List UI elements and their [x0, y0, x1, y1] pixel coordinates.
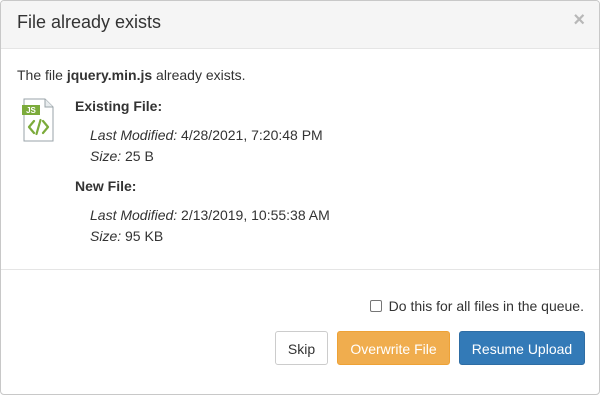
existing-modified: Last Modified: 4/28/2021, 7:20:48 PM	[90, 127, 323, 143]
new-size-label: Size:	[90, 228, 122, 244]
apply-all-checkbox[interactable]	[369, 300, 382, 312]
close-icon[interactable]: ×	[573, 10, 585, 30]
apply-all-label[interactable]: Do this for all files in the queue.	[389, 298, 584, 314]
new-modified-value: 2/13/2019, 10:55:38 AM	[177, 207, 330, 223]
dialog-header: File already exists ×	[1, 1, 599, 49]
footer-divider	[1, 269, 599, 270]
new-modified-label: Last Modified:	[90, 207, 178, 223]
intro-prefix: The file	[17, 67, 67, 83]
js-tag-label: JS	[26, 106, 36, 115]
resume-upload-button[interactable]: Resume Upload	[459, 331, 585, 365]
skip-button[interactable]: Skip	[275, 331, 328, 365]
overwrite-file-button[interactable]: Overwrite File	[337, 331, 450, 365]
new-file-heading: New File:	[75, 178, 137, 194]
existing-size: Size: 25 B	[90, 148, 154, 164]
new-size: Size: 95 KB	[90, 228, 163, 244]
existing-modified-value: 4/28/2021, 7:20:48 PM	[177, 127, 323, 143]
js-file-icon: JS	[22, 98, 54, 142]
existing-file-heading: Existing File:	[75, 98, 163, 114]
existing-size-value: 25 B	[121, 148, 154, 164]
file-exists-dialog: File already exists × The file jquery.mi…	[0, 0, 600, 395]
dialog-title: File already exists	[17, 12, 162, 32]
new-size-value: 95 KB	[121, 228, 164, 244]
existing-size-label: Size:	[90, 148, 122, 164]
intro-message: The file jquery.min.js already exists.	[17, 67, 246, 83]
new-modified: Last Modified: 2/13/2019, 10:55:38 AM	[90, 207, 330, 223]
intro-suffix: already exists.	[152, 67, 246, 83]
existing-modified-label: Last Modified:	[90, 127, 178, 143]
apply-all-row[interactable]: Do this for all files in the queue.	[369, 298, 584, 314]
filename: jquery.min.js	[66, 67, 153, 83]
